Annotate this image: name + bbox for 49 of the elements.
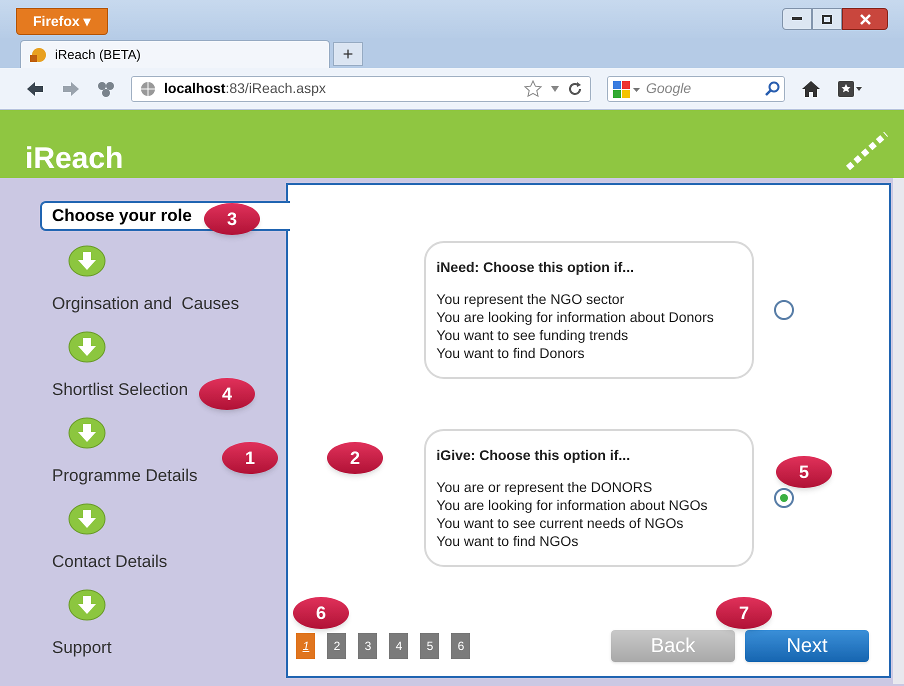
option-line: You want to find NGOs [436,532,580,550]
new-tab-button[interactable]: + [333,42,363,66]
star-icon[interactable] [524,80,542,98]
page-link[interactable]: 4 [389,633,408,659]
step-item[interactable]: Orginsation and Causes [52,291,240,317]
url-text: localhost:83/iReach.aspx [164,79,327,98]
radio-button[interactable] [774,300,794,320]
callout-tooltip: 4 [199,378,255,410]
back-arrow-icon[interactable] [25,80,45,96]
search-field[interactable]: Google [607,76,785,102]
close-icon [860,14,870,24]
globe-icon [140,80,156,96]
minimize-button[interactable] [782,8,812,30]
caret-icon[interactable] [550,84,560,92]
option-line: You are looking for information about Donors [436,308,715,326]
option-line: You want to see current needs of NGOs [436,514,684,532]
app-title: iReach [25,144,124,174]
page-icon [29,46,47,62]
home-icon[interactable] [801,80,821,98]
search-input[interactable]: Google [646,78,760,99]
option-line: You want to find Donors [436,344,586,362]
callout-tooltip: 1 [222,442,278,474]
radio-button[interactable] [774,488,794,508]
option-line: You want to see funding trends [436,326,630,344]
page-link[interactable]: 2 [327,633,346,659]
close-button[interactable] [842,8,888,30]
option-title: iNeed: Choose this option if... [436,258,635,277]
option-title: iGive: Choose this option if... [436,446,632,465]
step-item[interactable]: Support [52,635,112,661]
reload-icon[interactable] [568,82,582,96]
page-link[interactable]: 5 [420,633,440,659]
nodes-icon[interactable] [97,80,115,96]
maximize-button[interactable] [812,8,842,30]
step-item[interactable]: Programme Details [52,463,198,489]
bookmark-icon[interactable] [837,80,863,98]
nav-button[interactable]: Next [745,630,870,662]
option-line: You represent the NGO sector [436,290,626,308]
page-link[interactable]: 6 [451,633,470,659]
option-line: You are or represent the DONORS [436,478,654,496]
option-line: You are looking for information about NGOs [436,496,709,514]
page-link[interactable]: 3 [358,633,378,659]
search-icon[interactable] [764,80,780,96]
step-item[interactable]: Contact Details [52,549,168,575]
maximize-icon [822,14,832,24]
step-item[interactable]: Shortlist Selection [52,377,188,403]
address-bar[interactable]: localhost:83/iReach.aspx [131,76,591,102]
browser-tab[interactable]: iReach (BETA) [20,40,330,68]
search-engine-icon [612,80,642,98]
minimize-icon [792,17,802,21]
